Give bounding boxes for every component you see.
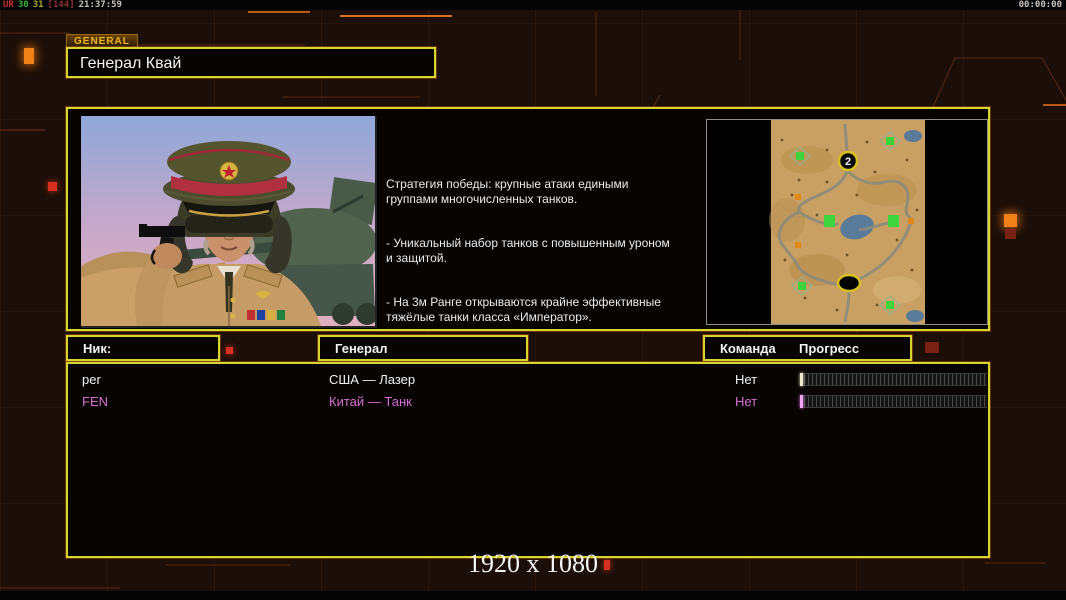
circuit-square (925, 342, 939, 353)
player-row: FEN Китай — Танк Нет (68, 392, 988, 412)
circuit-square (48, 182, 57, 191)
progress-fill (800, 373, 803, 386)
osd-clock: 21:37:59 (78, 0, 122, 10)
circuit-square (226, 347, 233, 354)
description-paragraph: Стратегия победы: крупные атаки едиными … (386, 177, 629, 206)
header-general-label: Генерал (335, 341, 388, 356)
bottom-letterbox (0, 591, 1066, 600)
osd-value: 30 (17, 0, 29, 10)
header-general: Генерал (318, 335, 528, 361)
general-title: Генерал Квай (80, 55, 182, 72)
osd-value: 31 (32, 0, 44, 10)
general-description: Стратегия победы: крупные атаки едиными … (386, 162, 716, 354)
lobby-screen: { "colors": { "accent_yellow": "#d6d62e"… (0, 0, 1066, 600)
description-paragraph: - Уникальный набор танков с повышенным у… (386, 236, 670, 265)
minimap-start-marker-bottom (836, 273, 862, 293)
header-team-label: Команда (720, 341, 776, 356)
header-team-progress: Команда Прогресс (703, 335, 912, 361)
circuit-square (24, 48, 34, 64)
description-paragraph: - На 3м Ранге открываются крайне эффекти… (386, 295, 661, 324)
general-portrait (80, 115, 378, 329)
header-nick-label: Ник: (83, 341, 112, 356)
player-nick: FEN (82, 394, 108, 409)
player-progress-bar (800, 395, 987, 408)
player-general: США — Лазер (329, 372, 416, 387)
session-timer: 00:00:00 (1018, 0, 1062, 10)
general-info-panel: Стратегия победы: крупные атаки едиными … (66, 107, 990, 331)
player-nick: per (82, 372, 101, 387)
header-progress-label: Прогресс (799, 341, 860, 356)
resolution-label: 1920 x 1080 (468, 549, 598, 578)
general-title-box: Генерал Квай (66, 47, 436, 78)
header-nick: Ник: (66, 335, 220, 361)
players-panel: per США — Лазер Нет FEN Китай — Танк Нет (66, 362, 990, 558)
player-team: Нет (735, 394, 758, 409)
player-progress-bar (800, 373, 987, 386)
progress-fill (800, 395, 803, 408)
top-letterbox (0, 0, 1066, 10)
player-row: per США — Лазер Нет (68, 370, 988, 390)
player-team: Нет (735, 372, 758, 387)
osd-label: UR (3, 0, 14, 10)
fps-osd: UR 30 31 [144] 21:37:59 (3, 0, 126, 10)
circuit-square (1004, 214, 1017, 227)
player-general: Китай — Танк (329, 394, 412, 409)
minimap-preview[interactable]: 2 (706, 119, 988, 325)
circuit-square (1005, 229, 1016, 239)
osd-framerate: [144] (47, 0, 75, 10)
minimap-start-marker-2: 2 (845, 156, 851, 168)
